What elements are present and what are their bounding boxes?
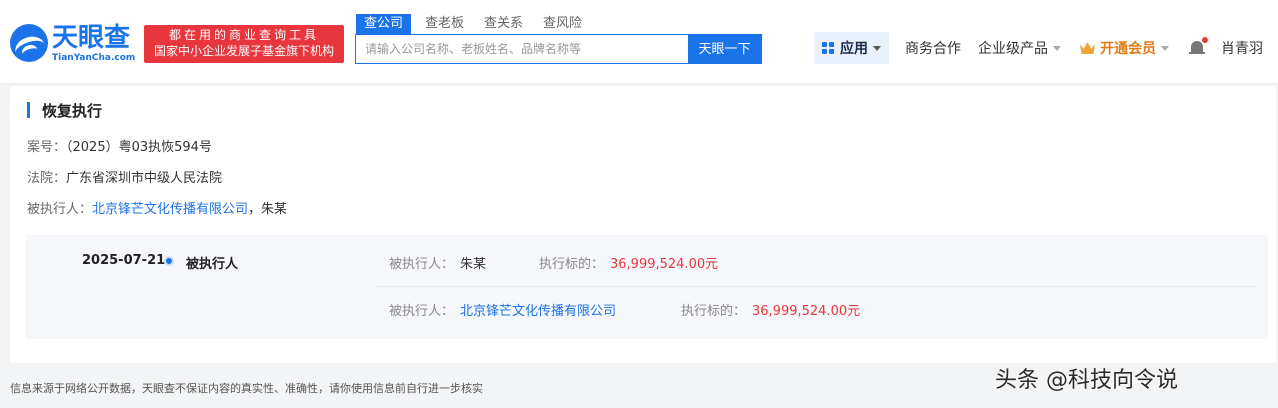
case-number-row: 案号：（2025）粤03执恢594号 [27, 136, 212, 155]
nav-app-menu[interactable]: 应用 [814, 32, 889, 64]
source-watermark: 头条 @科技向令说 [995, 368, 1178, 393]
record-type: 被执行人 [186, 257, 239, 272]
grid-icon [822, 42, 834, 54]
nav-enterprise-label: 企业级产品 [978, 41, 1048, 57]
tab-risk[interactable]: 查风险 [543, 14, 582, 34]
row-divider [376, 286, 1256, 287]
section-title: 恢复执行 [27, 100, 102, 120]
top-header: 天眼查 TianYanCha.com 都在用的商业查询工具 国家中小企业发展子基… [0, 0, 1278, 84]
court-value: 广东省深圳市中级人民法院 [66, 171, 223, 186]
court-row: 法院：广东省深圳市中级人民法院 [27, 167, 222, 186]
logo-domain: TianYanCha.com [52, 53, 136, 63]
respondent-label: 被执行人： [27, 202, 93, 217]
respondent-row: 被执行人：北京锋芒文化传播有限公司，朱某 [27, 198, 287, 217]
restore-execution-card: 恢复执行 案号：（2025）粤03执恢594号 法院：广东省深圳市中级人民法院 … [10, 86, 1276, 363]
slogan-line1: 都在用的商业查询工具 [168, 28, 319, 42]
nav-vip[interactable]: 开通会员 [1080, 32, 1169, 64]
slogan-banner: 都在用的商业查询工具 国家中小企业发展子基金旗下机构 [144, 25, 344, 63]
case-value: （2025）粤03执恢594号 [66, 140, 212, 155]
eye-logo-icon [10, 24, 48, 62]
search-button[interactable]: 天眼一下 [688, 35, 761, 63]
tab-relation[interactable]: 查关系 [484, 14, 523, 34]
chevron-down-icon [1161, 45, 1169, 51]
record-date: 2025-07-21 [82, 253, 166, 268]
notification-bell-icon[interactable] [1189, 37, 1208, 57]
nav-vip-label: 开通会员 [1100, 41, 1156, 57]
logo-text: 天眼查 [52, 23, 131, 53]
row1-respondent: 朱某 [460, 257, 487, 272]
section-title-text: 恢复执行 [42, 101, 103, 120]
search-box: 天眼一下 [355, 34, 762, 64]
execution-record: 2025-07-21 被执行人 被执行人： 朱某 执行标的： 36,999,52… [26, 235, 1268, 339]
tianyancha-logo[interactable]: 天眼查 TianYanCha.com [10, 24, 136, 64]
slogan-line2: 国家中小企业发展子基金旗下机构 [153, 44, 334, 58]
nav-enterprise[interactable]: 企业级产品 [978, 32, 1061, 64]
row1-target-amount: 36,999,524.00元 [610, 257, 719, 272]
respondent-person: 朱某 [261, 202, 288, 217]
title-accent-bar [27, 102, 30, 118]
respondent-separator: ， [248, 202, 262, 217]
row2-respondent-label: 被执行人： [389, 304, 455, 319]
nav-business[interactable]: 商务合作 [905, 32, 961, 64]
disclaimer-note: 信息来源于网络公开数据，天眼查不保证内容的真实性、准确性，请你使用信息前自行进一… [10, 382, 483, 395]
chevron-down-icon [873, 45, 881, 51]
timeline-dot [166, 258, 172, 264]
court-label: 法院： [27, 171, 67, 186]
row1-target-label: 执行标的： [539, 257, 605, 272]
respondent-company-link[interactable]: 北京锋芒文化传播有限公司 [92, 202, 248, 217]
chevron-down-icon [1053, 45, 1061, 51]
tab-company[interactable]: 查公司 [356, 14, 412, 34]
search-tabs: 查公司 查老板 查关系 查风险 [356, 14, 602, 34]
nav-app-label: 应用 [840, 41, 868, 57]
case-label: 案号： [27, 140, 67, 155]
nav-user[interactable]: 肖青羽 [1221, 32, 1263, 64]
row2-target-amount: 36,999,524.00元 [752, 304, 861, 319]
row2-respondent-link[interactable]: 北京锋芒文化传播有限公司 [460, 300, 616, 319]
row2-target-label: 执行标的： [681, 304, 747, 319]
crown-icon [1080, 42, 1095, 54]
tab-boss[interactable]: 查老板 [425, 14, 464, 34]
search-input[interactable] [356, 35, 688, 63]
notification-dot [1202, 37, 1208, 43]
row1-respondent-label: 被执行人： [389, 257, 455, 272]
